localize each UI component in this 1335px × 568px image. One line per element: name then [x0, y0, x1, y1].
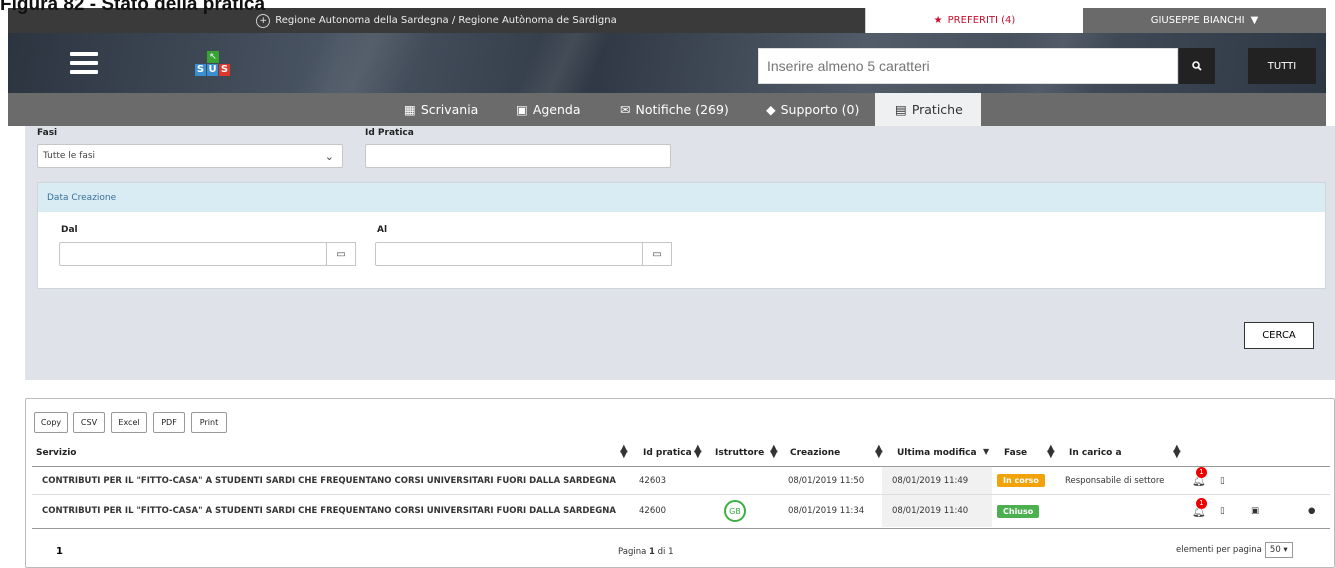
caret-down-icon: ▼ [1250, 15, 1259, 26]
table-row[interactable]: CONTRIBUTI PER IL "FITTO-CASA" A STUDENT… [32, 467, 1330, 494]
per-page-select[interactable]: 50 ▾ [1264, 542, 1293, 558]
nav-label: Scrivania [420, 102, 479, 117]
sort-icon[interactable]: ▲ ▼ [1173, 444, 1181, 460]
header-servizio[interactable]: Servizio [36, 448, 76, 458]
user-menu[interactable]: GIUSEPPE BIANCHI ▼ [1083, 8, 1326, 33]
cell-ultima-modifica: 08/01/2019 11:49 [882, 467, 992, 494]
dashboard-icon: ▦ [404, 102, 416, 117]
filters-panel: Fasi Tutte le fasi ⌄ Id Pratica Data Cre… [25, 126, 1335, 380]
envelope-icon: ✉ [620, 102, 631, 117]
cursor-arrow-icon: ↖ [207, 51, 219, 63]
calendar-add-icon[interactable]: ▣ [1251, 495, 1259, 527]
nav-label: Notifiche (269) [635, 102, 729, 117]
avatar[interactable]: GB [724, 500, 746, 522]
header-id-pratica[interactable]: Id pratica [643, 448, 692, 458]
table-row[interactable]: CONTRIBUTI PER IL "FITTO-CASA" A STUDENT… [32, 495, 1330, 527]
nav-agenda[interactable]: ▣ Agenda [516, 93, 581, 126]
calendar-icon[interactable]: ▭ [642, 242, 672, 266]
id-pratica-input[interactable] [365, 144, 671, 168]
print-button[interactable]: Print [191, 412, 227, 433]
per-page-control: elementi per pagina 50 ▾ [1176, 542, 1293, 558]
cell-in-carico: Responsabile di settore [1065, 475, 1165, 486]
nav-label: Supporto (0) [780, 102, 860, 117]
page-info: Pagina 1 di 1 [618, 547, 674, 557]
csv-button[interactable]: CSV [73, 412, 105, 433]
main-nav: ▦ Scrivania ▣ Agenda ✉ Notifiche (269) ◆… [8, 93, 1326, 126]
logo-letter: S [219, 64, 230, 76]
al-label: Al [377, 225, 388, 235]
sort-icon[interactable]: ▲ ▼ [875, 444, 883, 460]
al-date-input[interactable] [375, 242, 643, 266]
tutti-button[interactable]: TUTTI [1248, 48, 1316, 84]
header-creazione[interactable]: Creazione [790, 448, 840, 458]
nav-supporto[interactable]: ◆ Supporto (0) [766, 93, 859, 126]
bell-icon[interactable]: 🔔︎ 1 [1192, 497, 1207, 518]
fasi-label: Fasi [37, 128, 58, 138]
chevron-down-icon: ⌄ [324, 149, 334, 163]
excel-button[interactable]: Excel [111, 412, 147, 433]
cell-ultima-modifica: 08/01/2019 11:40 [882, 495, 992, 527]
results-table-panel: Copy CSV Excel PDF Print Servizio ▲ ▼ Id … [25, 398, 1335, 568]
logo-letter: U [207, 64, 218, 76]
header-in-carico[interactable]: In carico a [1069, 448, 1122, 458]
search-input[interactable] [758, 48, 1178, 84]
notification-count: 1 [1196, 497, 1207, 509]
preferiti-link[interactable]: ★ PREFERITI (4) [865, 8, 1083, 33]
nav-label: Pratiche [911, 102, 963, 117]
cell-id: 42600 [639, 506, 667, 516]
id-pratica-label: Id Pratica [365, 128, 414, 138]
calendar-icon[interactable]: ▭ [326, 242, 356, 266]
comments-icon[interactable]: ● [1308, 495, 1315, 527]
hamburger-menu-icon[interactable] [70, 52, 98, 79]
sort-icon[interactable]: ▲ ▼ [1047, 444, 1055, 460]
status-badge: Chiuso [997, 504, 1040, 518]
cerca-button[interactable]: CERCA [1244, 322, 1314, 349]
search-icon [1192, 61, 1202, 71]
header-ultima-modifica[interactable]: Ultima modifica [897, 448, 977, 458]
notification-count: 1 [1196, 467, 1207, 478]
dal-label: Dal [61, 225, 78, 235]
star-icon: ★ [933, 15, 943, 26]
panel-title: Data Creazione [38, 183, 1325, 212]
copy-button[interactable]: Copy [34, 412, 68, 433]
bell-icon[interactable]: 🔔︎ 1 [1192, 467, 1207, 487]
document-icon: ▤ [895, 102, 907, 117]
header-banner: ↖ S U S TUTTI [8, 33, 1326, 93]
cell-servizio[interactable]: CONTRIBUTI PER IL "FITTO-CASA" A STUDENT… [42, 467, 616, 494]
sort-icon[interactable]: ▲ ▼ [620, 444, 628, 460]
cell-creazione: 08/01/2019 11:34 [788, 506, 865, 516]
preferiti-label: PREFERITI (4) [947, 15, 1016, 26]
nav-scrivania[interactable]: ▦ Scrivania [404, 93, 478, 126]
data-creazione-panel: Data Creazione Dal ▭ Al ▭ [37, 182, 1326, 289]
fasi-value: Tutte le fasi [43, 151, 96, 161]
cell-id: 42603 [639, 475, 667, 486]
pdf-icon[interactable]: ▯ [1220, 495, 1225, 527]
user-name: GIUSEPPE BIANCHI [1150, 15, 1245, 26]
sort-icon[interactable]: ▲ ▼ [770, 444, 778, 460]
nav-notifiche[interactable]: ✉ Notifiche (269) [620, 93, 729, 126]
pdf-button[interactable]: PDF [153, 412, 185, 433]
tag-icon: ◆ [766, 102, 776, 117]
current-page[interactable]: 1 [56, 546, 63, 557]
search-button[interactable] [1179, 48, 1215, 84]
nav-label: Agenda [532, 102, 581, 117]
figure-caption: Figura 82 - Stato della pratica [0, 0, 266, 15]
pdf-icon[interactable]: ▯ [1220, 467, 1225, 494]
region-text: Regione Autonoma della Sardegna / Region… [275, 15, 617, 26]
per-page-label: elementi per pagina [1176, 545, 1262, 555]
status-badge: In corso [997, 474, 1045, 487]
nav-pratiche[interactable]: ▤ Pratiche [875, 93, 981, 126]
cell-servizio[interactable]: CONTRIBUTI PER IL "FITTO-CASA" A STUDENT… [42, 495, 616, 527]
logo-letter: S [195, 64, 206, 76]
dal-date-input[interactable] [59, 242, 327, 266]
sort-icon[interactable]: ▲ ▼ [694, 444, 702, 460]
sus-logo[interactable]: ↖ S U S [195, 51, 230, 77]
sort-desc-icon[interactable]: ▼ [983, 448, 989, 456]
cell-creazione: 08/01/2019 11:50 [788, 475, 865, 486]
header-fase[interactable]: Fase [1004, 448, 1027, 458]
header-istruttore[interactable]: Istruttore [715, 448, 764, 458]
agenda-icon: ▣ [516, 102, 528, 117]
fasi-select[interactable]: Tutte le fasi ⌄ [37, 144, 343, 168]
